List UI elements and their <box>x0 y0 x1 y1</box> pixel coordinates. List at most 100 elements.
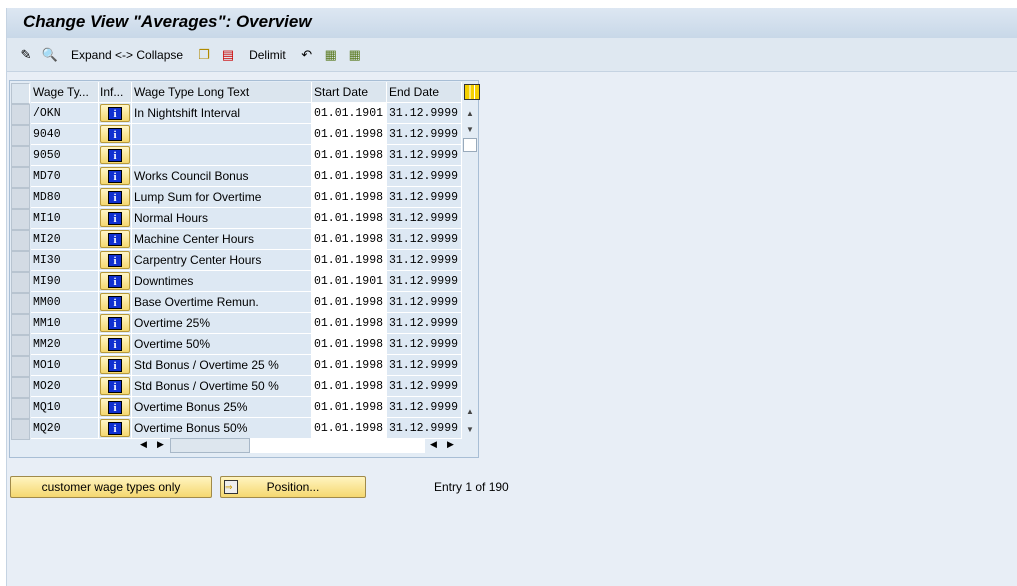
select-all-cell[interactable] <box>11 83 30 104</box>
horizontal-scrollbar[interactable]: ◀ ▶ ◀ ▶ <box>10 437 462 455</box>
start-date-cell[interactable]: 01.01.1901 <box>312 271 387 292</box>
long-text-cell[interactable]: Works Council Bonus <box>132 166 312 187</box>
long-text-cell[interactable]: Base Overtime Remun. <box>132 292 312 313</box>
info-button[interactable]: i <box>100 398 130 416</box>
long-text-cell[interactable]: Std Bonus / Overtime 50 % <box>132 376 312 397</box>
row-selector[interactable] <box>11 251 30 272</box>
wage-type-cell[interactable]: MD70 <box>31 166 99 187</box>
end-date-cell[interactable]: 31.12.9999 <box>387 376 462 397</box>
end-date-cell[interactable]: 31.12.9999 <box>387 166 462 187</box>
long-text-cell[interactable]: Std Bonus / Overtime 25 % <box>132 355 312 376</box>
info-button[interactable]: i <box>100 125 130 143</box>
start-date-cell[interactable]: 01.01.1998 <box>312 124 387 145</box>
col-header-long-text[interactable]: Wage Type Long Text <box>132 82 312 103</box>
wage-type-cell[interactable]: MI10 <box>31 208 99 229</box>
long-text-cell[interactable]: Overtime Bonus 25% <box>132 397 312 418</box>
end-date-cell[interactable]: 31.12.9999 <box>387 355 462 376</box>
end-date-cell[interactable]: 31.12.9999 <box>387 313 462 334</box>
info-button[interactable]: i <box>100 419 130 437</box>
end-date-cell[interactable]: 31.12.9999 <box>387 397 462 418</box>
wage-type-cell[interactable]: MI30 <box>31 250 99 271</box>
end-date-cell[interactable]: 31.12.9999 <box>387 187 462 208</box>
row-selector[interactable] <box>11 377 30 398</box>
select-all-icon[interactable]: ▦ <box>322 47 340 63</box>
row-selector[interactable] <box>11 209 30 230</box>
row-selector[interactable] <box>11 146 30 167</box>
scroll-down-icon[interactable]: ▼ <box>462 121 478 137</box>
long-text-cell[interactable]: Machine Center Hours <box>132 229 312 250</box>
end-date-cell[interactable]: 31.12.9999 <box>387 124 462 145</box>
wage-type-cell[interactable]: 9050 <box>31 145 99 166</box>
start-date-cell[interactable]: 01.01.1998 <box>312 355 387 376</box>
info-button[interactable]: i <box>100 293 130 311</box>
wage-type-cell[interactable]: 9040 <box>31 124 99 145</box>
row-selector[interactable] <box>11 314 30 335</box>
scroll-page-down-icon[interactable]: ▼ <box>462 421 478 437</box>
end-date-cell[interactable]: 31.12.9999 <box>387 145 462 166</box>
undo-icon[interactable]: ↶ <box>298 47 316 63</box>
end-date-cell[interactable]: 31.12.9999 <box>387 271 462 292</box>
expand-collapse-button[interactable]: Expand <-> Collapse <box>71 48 183 62</box>
wage-type-cell[interactable]: MO20 <box>31 376 99 397</box>
start-date-cell[interactable]: 01.01.1998 <box>312 334 387 355</box>
row-selector[interactable] <box>11 398 30 419</box>
end-date-cell[interactable]: 31.12.9999 <box>387 103 462 124</box>
row-selector[interactable] <box>11 293 30 314</box>
info-button[interactable]: i <box>100 356 130 374</box>
wage-type-cell[interactable]: MQ10 <box>31 397 99 418</box>
row-selector[interactable] <box>11 335 30 356</box>
start-date-cell[interactable]: 01.01.1998 <box>312 145 387 166</box>
long-text-cell[interactable]: Overtime 25% <box>132 313 312 334</box>
wage-type-cell[interactable]: /OKN <box>31 103 99 124</box>
long-text-cell[interactable]: Overtime Bonus 50% <box>132 418 312 439</box>
delimit-button[interactable]: Delimit <box>249 48 286 62</box>
long-text-cell[interactable] <box>132 124 312 145</box>
end-date-cell[interactable]: 31.12.9999 <box>387 418 462 439</box>
long-text-cell[interactable] <box>132 145 312 166</box>
long-text-cell[interactable]: Lump Sum for Overtime <box>132 187 312 208</box>
wage-type-cell[interactable]: MO10 <box>31 355 99 376</box>
end-date-cell[interactable]: 31.12.9999 <box>387 292 462 313</box>
row-selector[interactable] <box>11 167 30 188</box>
start-date-cell[interactable]: 01.01.1998 <box>312 166 387 187</box>
end-date-cell[interactable]: 31.12.9999 <box>387 229 462 250</box>
long-text-cell[interactable]: In Nightshift Interval <box>132 103 312 124</box>
scroll-right-icon[interactable]: ▶ <box>157 439 164 450</box>
wage-type-cell[interactable]: MI90 <box>31 271 99 292</box>
wage-type-cell[interactable]: MD80 <box>31 187 99 208</box>
start-date-cell[interactable]: 01.01.1998 <box>312 418 387 439</box>
display-glasses-icon[interactable]: 🔍 <box>41 47 59 63</box>
column-settings-icon[interactable] <box>464 84 480 100</box>
vertical-scrollbar[interactable]: ▲ ▼ ▲ ▼ <box>462 105 478 437</box>
scroll-right-end-icon[interactable]: ▶ <box>447 439 454 450</box>
scroll-track[interactable] <box>250 438 425 453</box>
customer-wage-types-button[interactable]: customer wage types only <box>10 476 212 498</box>
scroll-up-icon[interactable]: ▲ <box>462 105 478 121</box>
col-header-start-date[interactable]: Start Date <box>312 82 387 103</box>
start-date-cell[interactable]: 01.01.1901 <box>312 103 387 124</box>
info-button[interactable]: i <box>100 314 130 332</box>
wage-type-cell[interactable]: MI20 <box>31 229 99 250</box>
long-text-cell[interactable]: Overtime 50% <box>132 334 312 355</box>
wage-type-cell[interactable]: MM20 <box>31 334 99 355</box>
start-date-cell[interactable]: 01.01.1998 <box>312 313 387 334</box>
row-selector[interactable] <box>11 356 30 377</box>
row-selector[interactable] <box>11 230 30 251</box>
edit-pencil-icon[interactable]: ✎ <box>17 47 35 63</box>
delete-icon[interactable]: ▤ <box>219 47 237 63</box>
start-date-cell[interactable]: 01.01.1998 <box>312 250 387 271</box>
info-button[interactable]: i <box>100 209 130 227</box>
row-selector[interactable] <box>11 104 30 125</box>
long-text-cell[interactable]: Downtimes <box>132 271 312 292</box>
row-selector[interactable] <box>11 188 30 209</box>
wage-type-cell[interactable]: MM00 <box>31 292 99 313</box>
col-header-info[interactable]: Inf... <box>99 82 132 103</box>
scroll-left-icon[interactable]: ◀ <box>140 439 147 450</box>
end-date-cell[interactable]: 31.12.9999 <box>387 208 462 229</box>
info-button[interactable]: i <box>100 146 130 164</box>
horizontal-scroll-thumb[interactable] <box>170 438 250 453</box>
info-button[interactable]: i <box>100 377 130 395</box>
start-date-cell[interactable]: 01.01.1998 <box>312 397 387 418</box>
start-date-cell[interactable]: 01.01.1998 <box>312 208 387 229</box>
scroll-thumb[interactable] <box>463 138 477 152</box>
